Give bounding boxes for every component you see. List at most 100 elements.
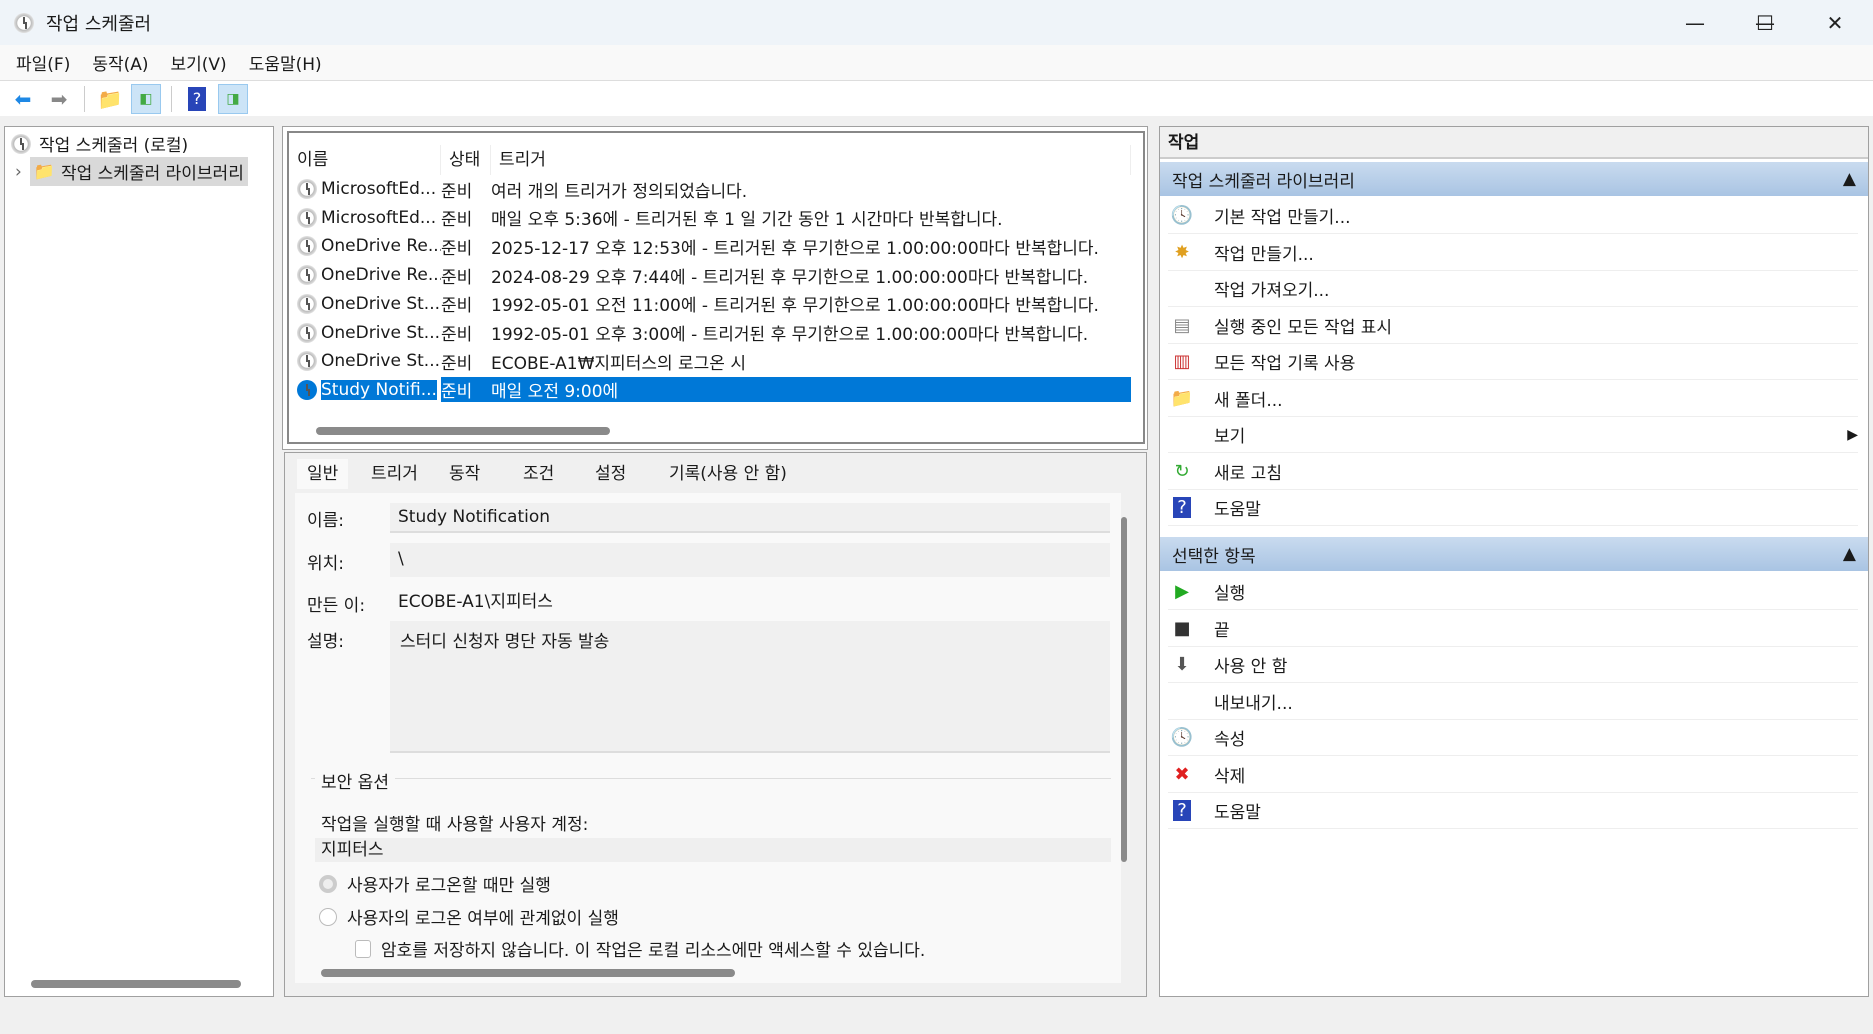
action-running-tasks[interactable]: ▤ 실행 중인 모든 작업 표시: [1168, 308, 1858, 344]
action-new-folder[interactable]: 📁 새 폴더...: [1168, 381, 1858, 417]
up-folder-icon[interactable]: 📁: [95, 84, 125, 114]
action-label: 작업 가져오기...: [1214, 281, 1330, 301]
action-label: 끝: [1214, 620, 1230, 641]
tab-settings[interactable]: 설정: [585, 459, 637, 489]
task-trigger: 1992-05-01 오후 3:00에 - 트리거된 후 무기한으로 1.00:…: [491, 325, 1089, 345]
tab-actions[interactable]: 동작: [439, 459, 491, 489]
task-status: 준비: [441, 296, 473, 317]
section-library-title: 작업 스케줄러 라이브러리: [1172, 171, 1355, 192]
radio-selected-icon[interactable]: [319, 874, 337, 893]
task-row[interactable]: OneDrive Re... 준비 2024-08-29 오후 7:44에 - 트리…: [289, 261, 1143, 289]
menu-action[interactable]: 동작(A): [92, 50, 148, 75]
author-label: 만든 이:: [307, 596, 366, 616]
action-history[interactable]: ▥ 모든 작업 기록 사용: [1168, 344, 1858, 380]
status-bar: [0, 1000, 1873, 1034]
description-field[interactable]: 스터디 신청자 명단 자동 발송: [390, 621, 1110, 753]
submenu-arrow-icon[interactable]: ▶: [1847, 427, 1858, 443]
radio-logon-only-label: 사용자가 로그온할 때만 실행: [347, 876, 551, 896]
action-label: 보기: [1214, 427, 1246, 447]
list-horizontal-scrollbar[interactable]: [316, 427, 610, 435]
show-hide-action-pane-icon[interactable]: ◨: [218, 83, 248, 114]
checkbox-icon[interactable]: [355, 939, 371, 958]
action-label: 모든 작업 기록 사용: [1214, 354, 1356, 374]
run-icon: ▶: [1175, 581, 1189, 602]
tree-library[interactable]: › 📁 작업 스케줄러 라이브러리: [15, 157, 273, 186]
radio-logon-only[interactable]: 사용자가 로그온할 때만 실행: [319, 871, 551, 896]
task-clock-icon: [297, 351, 317, 372]
menu-file[interactable]: 파일(F): [16, 50, 70, 75]
task-clock-icon: [297, 236, 317, 257]
name-field[interactable]: Study Notification: [390, 503, 1110, 533]
action-label: 실행: [1214, 584, 1246, 604]
tab-triggers[interactable]: 트리거: [361, 459, 428, 489]
action-help[interactable]: ? 도움말: [1168, 793, 1858, 829]
task-trigger: 2025-12-17 오후 12:53에 - 트리거된 후 무기한으로 1.00…: [491, 238, 1099, 259]
action-help[interactable]: ? 도움말: [1168, 490, 1858, 526]
task-row[interactable]: OneDrive St... 준비 1992-05-01 오전 11:00에 - 트…: [289, 290, 1143, 318]
tab-history[interactable]: 기록(사용 안 함): [659, 459, 797, 489]
expand-chevron-icon[interactable]: ›: [15, 162, 22, 182]
section-library-header[interactable]: 작업 스케줄러 라이브러리 ▲: [1160, 162, 1868, 196]
radio-regardless-logon[interactable]: 사용자의 로그온 여부에 관계없이 실행: [319, 904, 619, 929]
action-view[interactable]: 보기 ▶: [1168, 417, 1858, 453]
new-folder-icon: 📁: [1170, 387, 1194, 409]
tab-conditions[interactable]: 조건: [513, 459, 565, 489]
show-hide-console-tree-icon[interactable]: ◧: [131, 83, 161, 114]
menu-view[interactable]: 보기(V): [171, 50, 227, 75]
action-label: 도움말: [1214, 500, 1261, 520]
action-pane-title: 작업: [1160, 127, 1868, 159]
collapse-up-icon[interactable]: ▲: [1843, 169, 1856, 189]
action-delete[interactable]: ✖ 삭제: [1168, 757, 1858, 793]
task-row[interactable]: MicrosoftEd... 준비 매일 오후 5:36에 - 트리거된 후 1 일…: [289, 204, 1143, 232]
task-row[interactable]: MicrosoftEd... 준비 여러 개의 트리거가 정의되었습니다.: [289, 175, 1143, 203]
task-row[interactable]: Study Notifi... 준비 매일 오전 9:00에: [289, 376, 1143, 404]
task-row[interactable]: OneDrive Re... 준비 2025-12-17 오후 12:53에 - 트…: [289, 232, 1143, 260]
radio-unselected-icon[interactable]: [319, 907, 337, 926]
maximize-button[interactable]: ☐: [1730, 0, 1800, 45]
details-vertical-scrollbar[interactable]: [1121, 517, 1127, 862]
task-clock-icon: [297, 179, 317, 199]
menu-help[interactable]: 도움말(H): [249, 50, 322, 75]
back-arrow-icon[interactable]: ⬅: [8, 84, 38, 114]
tab-general[interactable]: 일반: [297, 459, 349, 489]
section-selected-header[interactable]: 선택한 항목 ▲: [1160, 537, 1868, 571]
no-password-label: 암호를 저장하지 않습니다. 이 작업은 로컬 리소스에만 액세스할 수 있습니…: [381, 941, 926, 961]
column-header-status[interactable]: 상태: [441, 145, 491, 175]
title-bar: 작업 스케줄러 —: [0, 0, 1873, 45]
tree-horizontal-scrollbar[interactable]: [31, 980, 241, 988]
action-import[interactable]: 작업 가져오기...: [1168, 271, 1858, 307]
collapse-up-icon[interactable]: ▲: [1843, 544, 1856, 564]
details-horizontal-scrollbar[interactable]: [321, 969, 735, 977]
no-password-checkbox[interactable]: 암호를 저장하지 않습니다. 이 작업은 로컬 리소스에만 액세스할 수 있습니…: [355, 936, 925, 961]
forward-arrow-icon[interactable]: ➡: [44, 84, 74, 114]
action-end[interactable]: ■ 끝: [1168, 611, 1858, 647]
tree-root[interactable]: 작업 스케줄러 (로컬): [11, 131, 188, 156]
radio-regardless-logon-label: 사용자의 로그온 여부에 관계없이 실행: [347, 909, 619, 929]
action-export[interactable]: 내보내기...: [1168, 684, 1858, 720]
delete-icon: ✖: [1174, 763, 1190, 785]
task-name: OneDrive Re...: [321, 236, 441, 257]
action-label: 새로 고침: [1214, 463, 1282, 484]
task-clock-icon: [297, 265, 317, 286]
task-details-pane: 일반 트리거 동작 조건 설정 기록(사용 안 함) 이름: Study Not…: [284, 452, 1147, 997]
task-status: 준비: [441, 210, 473, 231]
tree-library-label: 작업 스케줄러 라이브러리: [60, 164, 244, 184]
action-properties[interactable]: 🕓 속성: [1168, 720, 1858, 756]
minimize-button[interactable]: —: [1660, 0, 1730, 45]
action-create-task[interactable]: ✸ 작업 만들기...: [1168, 235, 1858, 271]
task-row[interactable]: OneDrive St... 준비 1992-05-01 오후 3:00에 - 트리…: [289, 319, 1143, 347]
column-header-trigger[interactable]: 트리거: [491, 145, 1131, 175]
task-trigger: 매일 오후 5:36에 - 트리거된 후 1 일 기간 동안 1 시간마다 반복…: [491, 210, 1003, 231]
close-button[interactable]: ✕: [1800, 0, 1870, 45]
task-row[interactable]: OneDrive St... 준비 ECOBE-A1₩지피터스의 로그온 시: [289, 347, 1143, 375]
help-icon[interactable]: ?: [182, 84, 212, 114]
help-icon: ?: [1168, 497, 1196, 518]
action-run[interactable]: ▶ 실행: [1168, 574, 1858, 610]
action-label: 작업 만들기...: [1214, 244, 1314, 265]
action-refresh[interactable]: ↻ 새로 고침: [1168, 454, 1858, 490]
name-label: 이름:: [307, 511, 345, 531]
action-disable[interactable]: ⬇ 사용 안 함: [1168, 647, 1858, 683]
action-basic-task[interactable]: 🕓 기본 작업 만들기...: [1168, 198, 1858, 234]
tree-root-label: 작업 스케줄러 (로컬): [39, 136, 189, 156]
column-header-name[interactable]: 이름: [289, 145, 441, 175]
